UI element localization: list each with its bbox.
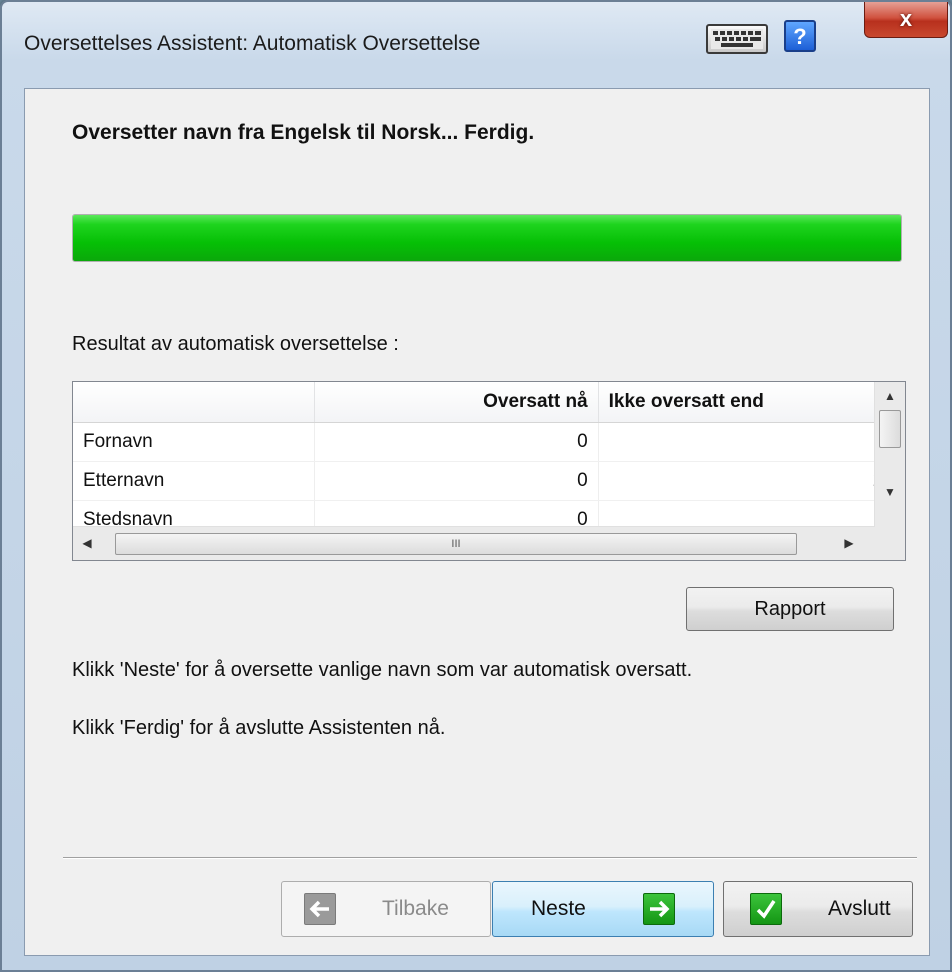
column-header-not-translated[interactable]: Ikke oversatt end — [598, 382, 905, 423]
window-title: Oversettelses Assistent: Automatisk Over… — [24, 32, 481, 55]
wizard-window: Oversettelses Assistent: Automatisk Over… — [0, 0, 952, 972]
next-label: Neste — [531, 897, 586, 920]
scroll-down-icon[interactable]: ▼ — [875, 478, 905, 506]
back-button[interactable]: Tilbake — [281, 881, 491, 937]
close-icon[interactable]: x — [864, 2, 948, 38]
horizontal-scroll-thumb[interactable]: III — [115, 533, 797, 555]
help-icon[interactable]: ? — [784, 20, 816, 52]
row-not-translated: 21 — [598, 461, 905, 501]
info-finish-text: Klikk 'Ferdig' for å avslutte Assistente… — [72, 717, 446, 739]
table-header-row: Oversatt nå Ikke oversatt end — [73, 382, 905, 423]
progress-bar — [72, 214, 902, 262]
results-table[interactable]: Oversatt nå Ikke oversatt end Fornavn 0 … — [72, 381, 906, 561]
next-button[interactable]: Neste — [492, 881, 714, 937]
scroll-left-icon[interactable]: ◀ — [73, 527, 101, 560]
arrow-right-icon — [643, 893, 675, 925]
row-name: Etternavn — [73, 461, 316, 501]
status-heading: Oversetter navn fra Engelsk til Norsk...… — [72, 121, 535, 144]
finish-button[interactable]: Avslutt — [723, 881, 913, 937]
scrollbar-corner — [875, 527, 905, 560]
vertical-scroll-thumb[interactable] — [879, 410, 901, 448]
checkmark-icon — [750, 893, 782, 925]
wizard-content: Oversetter navn fra Engelsk til Norsk...… — [24, 88, 930, 956]
info-next-text: Klikk 'Neste' for å oversette vanlige na… — [72, 659, 693, 681]
vertical-scrollbar[interactable]: ▲ ▼ — [874, 382, 905, 527]
result-label: Resultat av automatisk oversettelse : — [72, 333, 399, 355]
horizontal-scrollbar[interactable]: ◀ III ▶ — [73, 526, 875, 560]
table-row[interactable]: Etternavn 0 21 — [73, 461, 905, 501]
scroll-up-icon[interactable]: ▲ — [875, 382, 905, 410]
row-name: Fornavn — [73, 422, 316, 462]
back-label: Tilbake — [382, 897, 449, 920]
column-header-translated[interactable]: Oversatt nå — [314, 382, 599, 423]
row-not-translated: 16 — [598, 422, 905, 462]
progress-fill — [73, 215, 901, 261]
title-bar: Oversettelses Assistent: Automatisk Over… — [2, 2, 950, 88]
scroll-right-icon[interactable]: ▶ — [835, 527, 863, 560]
table-row[interactable]: Fornavn 0 16 — [73, 422, 905, 462]
keyboard-icon[interactable] — [706, 24, 768, 54]
column-header-name[interactable] — [73, 382, 316, 423]
row-translated: 0 — [314, 422, 599, 462]
finish-label: Avslutt — [828, 897, 891, 920]
arrow-left-icon — [304, 893, 336, 925]
report-button[interactable]: Rapport — [686, 587, 894, 631]
row-translated: 0 — [314, 461, 599, 501]
separator — [63, 857, 917, 859]
